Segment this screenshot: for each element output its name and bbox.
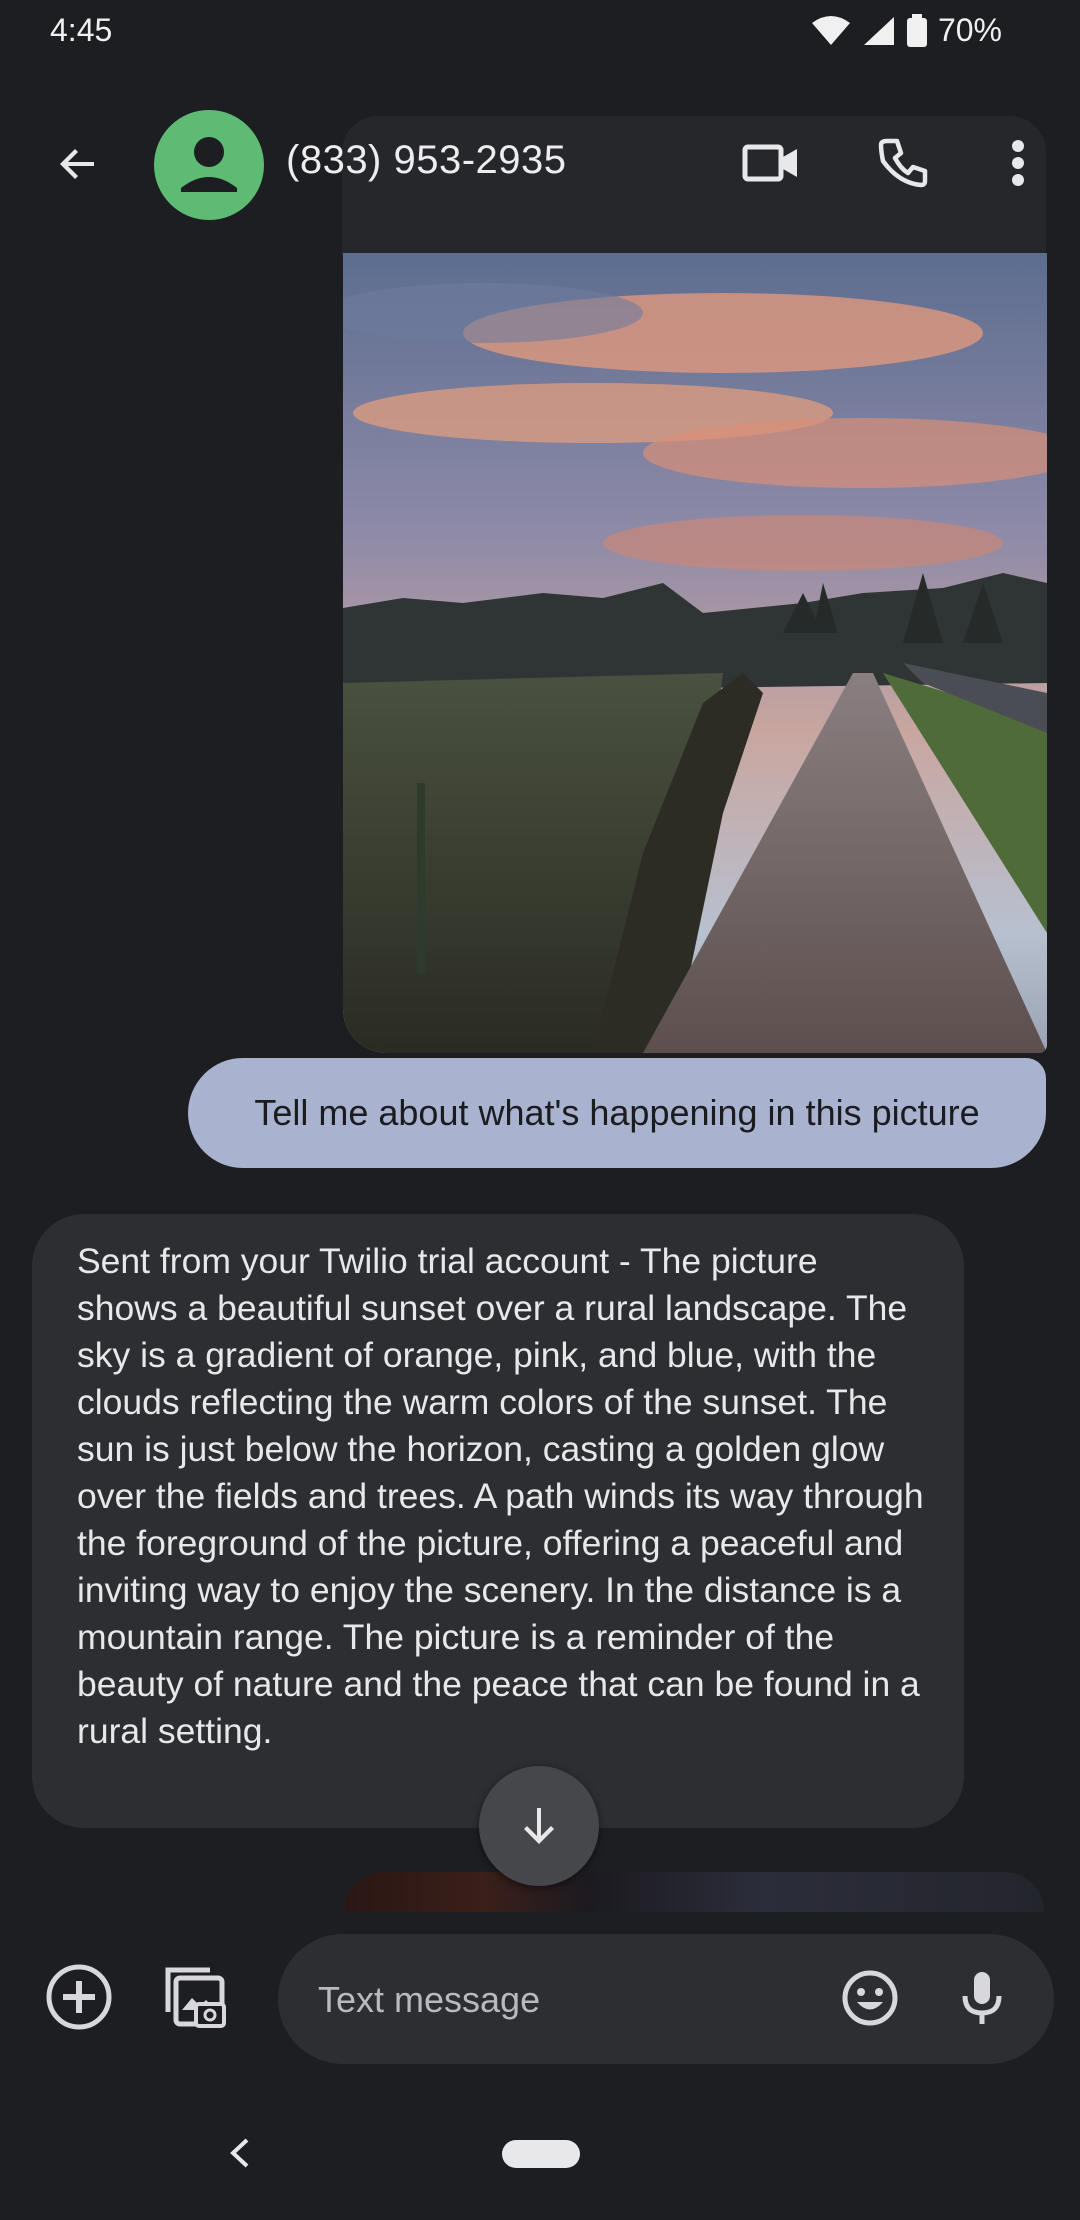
gallery-camera-icon: [165, 1967, 226, 2028]
wifi-icon: [810, 15, 852, 47]
incoming-message-text: Sent from your Twilio trial account - Th…: [77, 1241, 924, 1751]
add-circle-icon: [46, 1964, 112, 2030]
system-back-button[interactable]: [214, 2128, 264, 2178]
person-icon: [181, 137, 237, 192]
scroll-to-bottom-button[interactable]: [479, 1766, 599, 1886]
mic-icon: [962, 1972, 1002, 2024]
add-attachment-button[interactable]: [42, 1960, 116, 2034]
outgoing-message[interactable]: Tell me about what's happening in this p…: [188, 1058, 1046, 1168]
status-time: 4:45: [50, 12, 113, 48]
gallery-button[interactable]: [158, 1960, 232, 2034]
contact-avatar[interactable]: [154, 110, 264, 220]
next-image-message[interactable]: [344, 1872, 1044, 1912]
image-message-frame: [342, 116, 1046, 256]
more-options-button[interactable]: [990, 128, 1046, 198]
incoming-message[interactable]: Sent from your Twilio trial account - Th…: [32, 1214, 964, 1828]
battery-icon: [906, 13, 928, 48]
more-vert-icon: [1012, 140, 1024, 186]
arrow-down-icon: [524, 1808, 554, 1844]
voice-input-button[interactable]: [944, 1960, 1020, 2036]
signal-icon: [862, 15, 896, 47]
nav-back-icon: [230, 2138, 249, 2168]
video-call-button[interactable]: [736, 128, 806, 198]
battery-percent: 70%: [937, 12, 1002, 48]
outgoing-message-text: Tell me about what's happening in this p…: [254, 1092, 980, 1133]
back-button[interactable]: [42, 128, 114, 200]
back-arrow-icon: [60, 149, 94, 179]
phone-icon: [878, 138, 928, 188]
emoji-button[interactable]: [832, 1960, 908, 2036]
message-composer: [278, 1934, 1054, 2064]
home-pill[interactable]: [502, 2140, 580, 2168]
emoji-icon: [842, 1970, 898, 2026]
contact-name[interactable]: (833) 953-2935: [286, 138, 567, 183]
message-input[interactable]: [316, 1964, 780, 2036]
photo-sunset-path: [343, 253, 1047, 1053]
image-message[interactable]: [343, 253, 1047, 1053]
phone-call-button[interactable]: [868, 128, 938, 198]
video-call-icon: [742, 144, 797, 182]
status-icons: 70%: [810, 12, 1002, 49]
